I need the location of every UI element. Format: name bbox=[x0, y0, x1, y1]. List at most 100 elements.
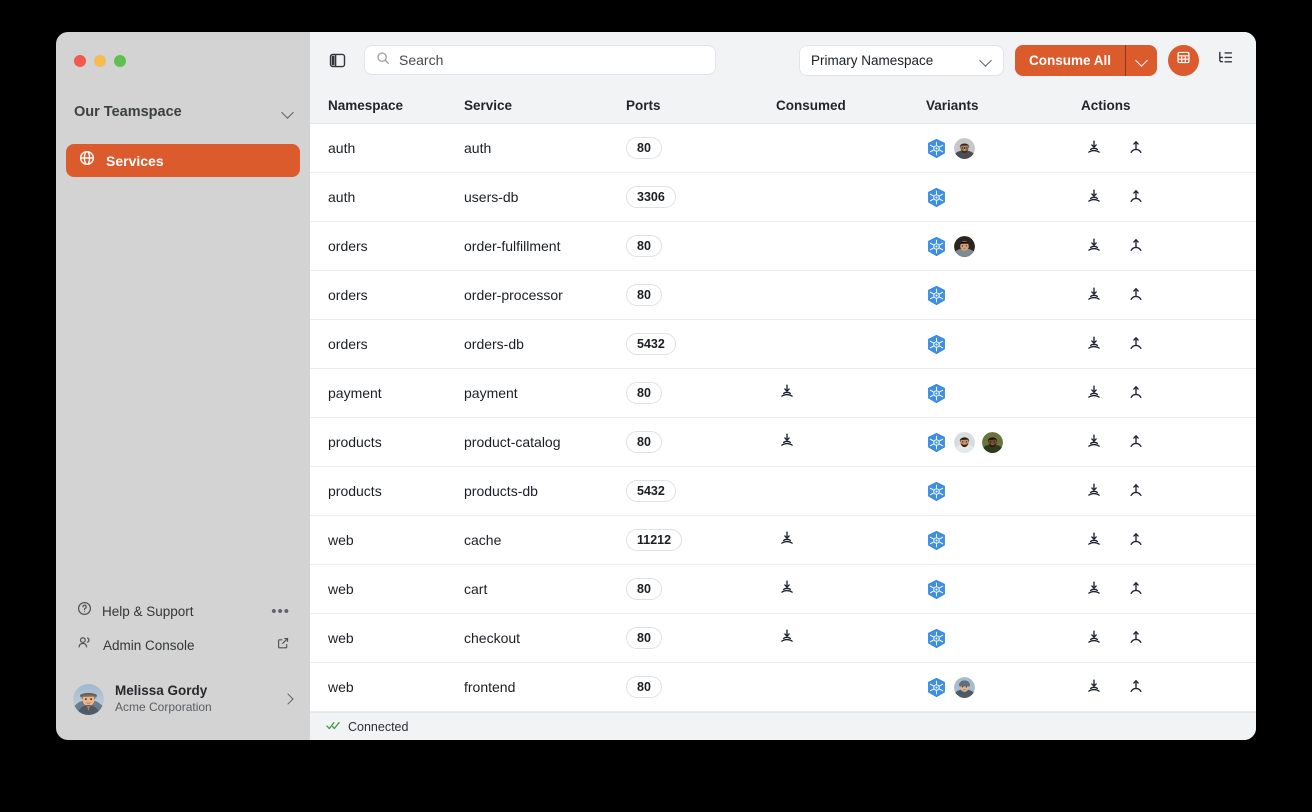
cell-variants bbox=[926, 481, 1081, 502]
kubernetes-icon[interactable] bbox=[926, 628, 947, 649]
consume-all-split-button[interactable]: Consume All bbox=[1015, 45, 1157, 76]
expose-action-button[interactable] bbox=[1125, 676, 1147, 698]
search-icon bbox=[376, 51, 390, 70]
variant-avatar[interactable] bbox=[954, 138, 975, 159]
kubernetes-icon[interactable] bbox=[926, 236, 947, 257]
table-row[interactable]: paymentpayment80 bbox=[310, 369, 1256, 418]
sidebar-item-help-support[interactable]: Help & Support ••• bbox=[66, 594, 300, 628]
consume-action-button[interactable] bbox=[1083, 333, 1105, 355]
ellipsis-icon[interactable]: ••• bbox=[271, 604, 290, 619]
consume-action-button[interactable] bbox=[1083, 382, 1105, 404]
external-link-icon[interactable] bbox=[276, 636, 290, 655]
kubernetes-icon[interactable] bbox=[926, 579, 947, 600]
kubernetes-icon[interactable] bbox=[926, 530, 947, 551]
variant-avatar[interactable] bbox=[982, 432, 1003, 453]
table-row[interactable]: ordersorders-db5432 bbox=[310, 320, 1256, 369]
expose-action-button[interactable] bbox=[1125, 382, 1147, 404]
cell-actions bbox=[1081, 333, 1256, 355]
cell-service: users-db bbox=[464, 189, 626, 205]
consume-action-button[interactable] bbox=[1083, 186, 1105, 208]
variant-avatar[interactable] bbox=[954, 432, 975, 453]
zoom-window-button[interactable] bbox=[114, 55, 126, 67]
kubernetes-icon[interactable] bbox=[926, 334, 947, 355]
cell-namespace: orders bbox=[310, 336, 464, 352]
column-header-variants[interactable]: Variants bbox=[926, 98, 1081, 113]
avatar bbox=[73, 684, 104, 715]
teamspace-label: Our Teamspace bbox=[74, 104, 282, 120]
consume-action-button[interactable] bbox=[1083, 431, 1105, 453]
user-account-card[interactable]: Melissa Gordy Acme Corporation bbox=[64, 676, 302, 722]
expose-action-button[interactable] bbox=[1125, 284, 1147, 306]
consume-action-button[interactable] bbox=[1083, 137, 1105, 159]
cell-variants bbox=[926, 677, 1081, 698]
list-view-button[interactable] bbox=[1210, 45, 1240, 75]
variant-list bbox=[926, 187, 947, 208]
sidebar: Our Teamspace Services bbox=[56, 32, 310, 740]
table-row[interactable]: productsproducts-db5432 bbox=[310, 467, 1256, 516]
column-header-service[interactable]: Service bbox=[464, 98, 626, 113]
globe-icon bbox=[79, 150, 95, 171]
expose-action-button[interactable] bbox=[1125, 578, 1147, 600]
expose-action-button[interactable] bbox=[1125, 431, 1147, 453]
table-row[interactable]: webcheckout80 bbox=[310, 614, 1256, 663]
kubernetes-icon[interactable] bbox=[926, 187, 947, 208]
consume-all-button[interactable]: Consume All bbox=[1015, 45, 1125, 76]
expose-action-button[interactable] bbox=[1125, 480, 1147, 502]
expose-action-button[interactable] bbox=[1125, 235, 1147, 257]
action-buttons bbox=[1081, 137, 1147, 159]
column-header-ports[interactable]: Ports bbox=[626, 98, 776, 113]
variant-list bbox=[926, 383, 947, 404]
cell-actions bbox=[1081, 480, 1256, 502]
port-badge: 3306 bbox=[626, 186, 676, 208]
expose-action-button[interactable] bbox=[1125, 137, 1147, 159]
cell-ports: 80 bbox=[626, 676, 776, 698]
table-row[interactable]: webcart80 bbox=[310, 565, 1256, 614]
variant-avatar[interactable] bbox=[954, 236, 975, 257]
sidebar-toggle-button[interactable] bbox=[322, 45, 352, 75]
expose-action-button[interactable] bbox=[1125, 333, 1147, 355]
consumed-icon bbox=[778, 530, 796, 551]
consume-action-button[interactable] bbox=[1083, 284, 1105, 306]
close-window-button[interactable] bbox=[74, 55, 86, 67]
consume-action-button[interactable] bbox=[1083, 235, 1105, 257]
table-row[interactable]: ordersorder-fulfillment80 bbox=[310, 222, 1256, 271]
expose-action-button[interactable] bbox=[1125, 529, 1147, 551]
consume-action-button[interactable] bbox=[1083, 480, 1105, 502]
cell-actions bbox=[1081, 284, 1256, 306]
consume-action-button[interactable] bbox=[1083, 676, 1105, 698]
variant-avatar[interactable] bbox=[954, 677, 975, 698]
minimize-window-button[interactable] bbox=[94, 55, 106, 67]
kubernetes-icon[interactable] bbox=[926, 481, 947, 502]
search-field[interactable] bbox=[364, 45, 716, 75]
table-view-button[interactable] bbox=[1168, 45, 1199, 76]
namespace-select[interactable]: Primary Namespace bbox=[799, 45, 1004, 76]
consume-all-dropdown-button[interactable] bbox=[1126, 45, 1157, 76]
consumed-icon bbox=[778, 383, 796, 404]
expose-action-button[interactable] bbox=[1125, 627, 1147, 649]
column-header-namespace[interactable]: Namespace bbox=[310, 98, 464, 113]
column-header-consumed[interactable]: Consumed bbox=[776, 98, 926, 113]
kubernetes-icon[interactable] bbox=[926, 285, 947, 306]
table-row[interactable]: authusers-db3306 bbox=[310, 173, 1256, 222]
table-row[interactable]: webcache11212 bbox=[310, 516, 1256, 565]
table-grid-icon bbox=[1176, 50, 1191, 70]
teamspace-switcher[interactable]: Our Teamspace bbox=[56, 95, 310, 129]
kubernetes-icon[interactable] bbox=[926, 677, 947, 698]
cell-variants bbox=[926, 334, 1081, 355]
kubernetes-icon[interactable] bbox=[926, 432, 947, 453]
expose-action-button[interactable] bbox=[1125, 186, 1147, 208]
sidebar-item-services[interactable]: Services bbox=[66, 144, 300, 177]
kubernetes-icon[interactable] bbox=[926, 138, 947, 159]
table-row[interactable]: webfrontend80 bbox=[310, 663, 1256, 712]
table-row[interactable]: productsproduct-catalog80 bbox=[310, 418, 1256, 467]
kubernetes-icon[interactable] bbox=[926, 383, 947, 404]
table-row[interactable]: authauth80 bbox=[310, 124, 1256, 173]
table-row[interactable]: ordersorder-processor80 bbox=[310, 271, 1256, 320]
action-buttons bbox=[1081, 284, 1147, 306]
consume-action-button[interactable] bbox=[1083, 578, 1105, 600]
consume-action-button[interactable] bbox=[1083, 529, 1105, 551]
search-input[interactable] bbox=[399, 52, 704, 68]
sidebar-item-admin-console[interactable]: Admin Console bbox=[66, 628, 300, 662]
consume-action-button[interactable] bbox=[1083, 627, 1105, 649]
cell-actions bbox=[1081, 382, 1256, 404]
